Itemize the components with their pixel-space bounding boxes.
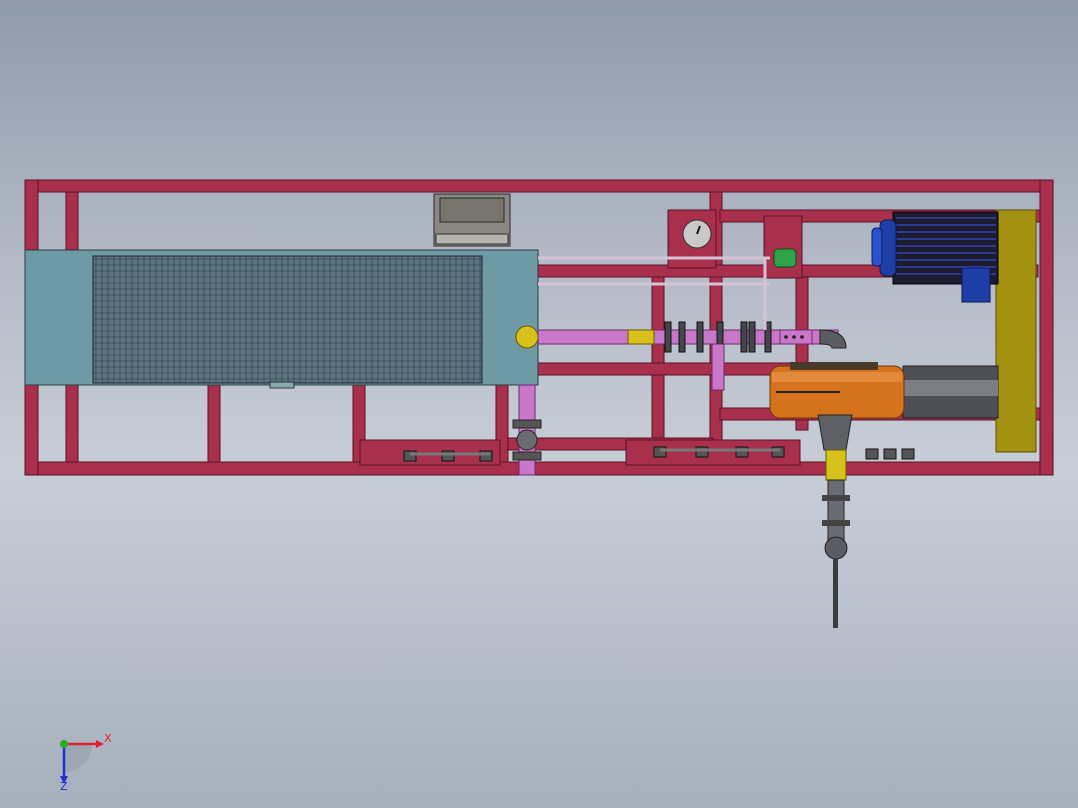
z-axis-label: Z bbox=[60, 780, 68, 793]
y-axis-origin bbox=[60, 740, 68, 748]
cad-viewport[interactable]: X Z bbox=[0, 0, 1078, 808]
motor[interactable] bbox=[871, 211, 999, 303]
drain-line[interactable] bbox=[817, 414, 853, 628]
motor-mount-plate[interactable] bbox=[995, 209, 1037, 453]
x-axis-label: X bbox=[104, 732, 112, 745]
assembly-top-view[interactable]: X Z bbox=[0, 0, 1078, 808]
oil-tank[interactable] bbox=[769, 362, 905, 419]
branch-pipe bbox=[711, 343, 725, 391]
control-box[interactable] bbox=[433, 193, 511, 247]
triad-plane bbox=[64, 744, 92, 772]
flow-valve[interactable] bbox=[773, 248, 797, 268]
radiator-foot bbox=[269, 381, 295, 389]
coordinate-triad[interactable]: X Z bbox=[60, 732, 112, 793]
pressure-gauge[interactable] bbox=[682, 219, 712, 249]
x-axis-head bbox=[96, 740, 104, 748]
coupling-guard[interactable] bbox=[902, 365, 999, 419]
